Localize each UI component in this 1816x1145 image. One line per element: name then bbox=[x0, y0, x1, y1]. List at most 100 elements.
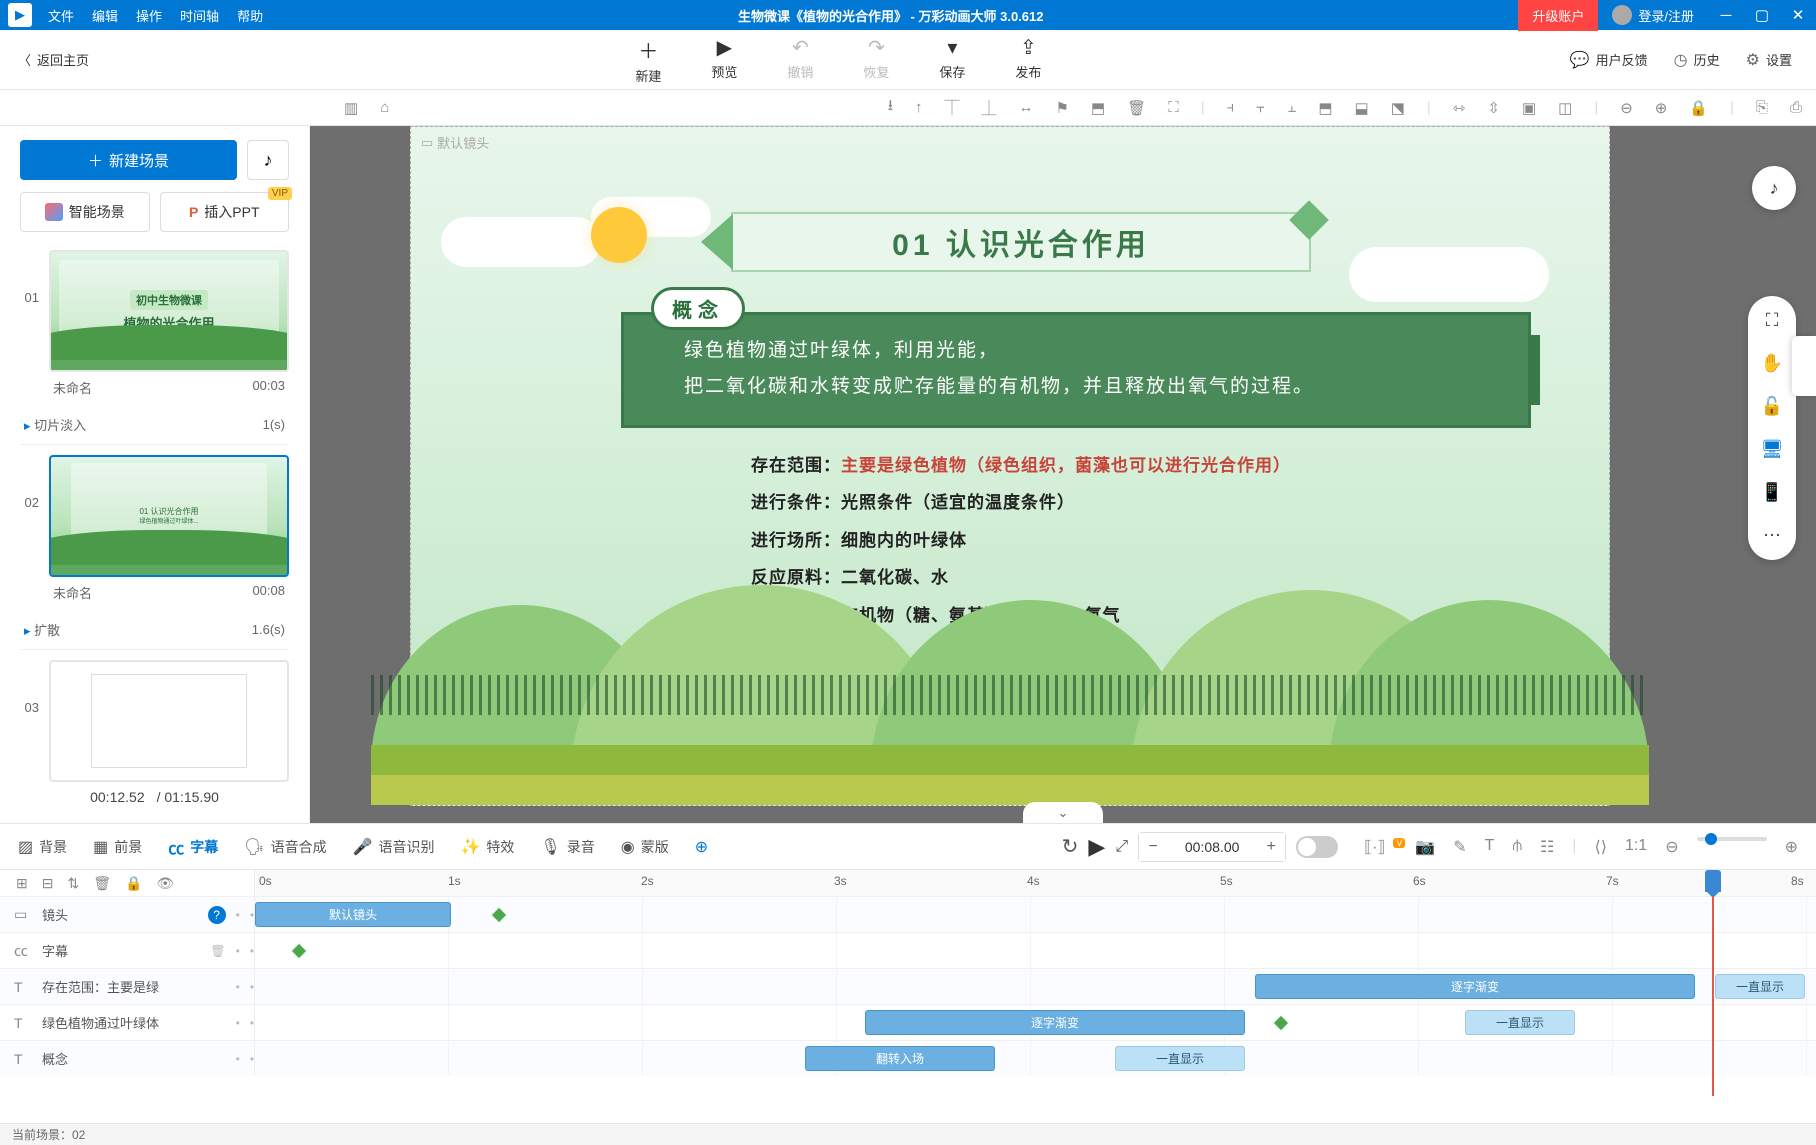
upgrade-button[interactable]: 升级账户 bbox=[1518, 0, 1598, 31]
tab-mask[interactable]: ◉蒙版 bbox=[621, 837, 669, 857]
clip-hold[interactable]: 一直显示 bbox=[1115, 1046, 1245, 1071]
crop-icon[interactable]: ⛶ bbox=[1168, 99, 1179, 116]
layers-icon[interactable]: ▥ bbox=[344, 99, 358, 117]
ai-scene-button[interactable]: 智能场景 bbox=[20, 192, 150, 232]
add-track-icon[interactable]: ⊞ bbox=[16, 875, 28, 892]
tab-more[interactable]: ⊕ bbox=[695, 837, 708, 857]
scene-transition[interactable]: ▸ 扩散1.6(s) bbox=[20, 616, 289, 650]
trash-icon[interactable]: 🗑 bbox=[93, 875, 111, 892]
rewind-icon[interactable]: ↻ bbox=[1062, 834, 1079, 859]
snap-toggle[interactable] bbox=[1296, 836, 1338, 858]
trash-icon[interactable]: 🗑 bbox=[1127, 99, 1146, 117]
dot-icon[interactable]: • bbox=[236, 1016, 240, 1030]
tab-subtitle[interactable]: ㏄字幕 bbox=[168, 835, 218, 859]
copy-icon[interactable]: ⎘ bbox=[1756, 99, 1768, 116]
zoom-out-tl-icon[interactable]: ⊖ bbox=[1665, 837, 1678, 857]
hand-icon[interactable]: ✋ bbox=[1761, 353, 1783, 374]
dot-icon[interactable]: • bbox=[236, 980, 240, 994]
sun-shape[interactable] bbox=[591, 207, 647, 263]
help-icon[interactable]: ? bbox=[208, 906, 226, 924]
desktop-icon[interactable]: 🖥 bbox=[1761, 439, 1784, 460]
tab-effects[interactable]: ✨特效 bbox=[461, 837, 515, 857]
scene-item[interactable]: 01 初中生物微课植物的光合作用 未命名00:03 bbox=[20, 250, 289, 403]
align-right-icon[interactable]: ⫠ bbox=[1287, 99, 1296, 116]
distribute-icon[interactable]: ↔ bbox=[1019, 99, 1034, 116]
time-minus[interactable]: − bbox=[1139, 833, 1167, 861]
layer-icon[interactable]: ☷ bbox=[1540, 837, 1554, 857]
publish-button[interactable]: ⇪发布 bbox=[1015, 35, 1041, 85]
menu-action[interactable]: 操作 bbox=[136, 6, 162, 25]
menu-edit[interactable]: 编辑 bbox=[92, 6, 118, 25]
dist-v-icon[interactable]: ⇳ bbox=[1487, 99, 1500, 117]
clip-fade-in[interactable]: 逐字渐变 bbox=[1255, 974, 1695, 999]
zoom-out-icon[interactable]: ⊖ bbox=[1620, 99, 1633, 117]
zoom-in-icon[interactable]: ⊕ bbox=[1655, 99, 1668, 117]
lock-icon[interactable]: 🔒 bbox=[125, 875, 142, 892]
save-button[interactable]: ▾保存 bbox=[939, 35, 965, 85]
expand-icon[interactable]: ⤢ bbox=[1115, 838, 1128, 856]
align-center-icon[interactable]: ⫟ bbox=[1256, 99, 1265, 116]
bracket-icon[interactable]: ⟨⟩ bbox=[1594, 837, 1606, 857]
zoom-in-tl-icon[interactable]: ⊕ bbox=[1785, 837, 1798, 857]
feedback-button[interactable]: 💬用户反馈 bbox=[1570, 50, 1648, 70]
eye-icon[interactable]: 👁 bbox=[156, 875, 174, 892]
align-vmid-icon[interactable]: ⬓ bbox=[1355, 99, 1369, 117]
undo-button[interactable]: ↶撤销 bbox=[787, 35, 813, 85]
menu-help[interactable]: 帮助 bbox=[237, 6, 263, 25]
edit-icon[interactable]: ✎ bbox=[1453, 837, 1466, 857]
group-icon[interactable]: ▣ bbox=[1522, 99, 1536, 117]
menu-file[interactable]: 文件 bbox=[48, 6, 74, 25]
canvas-area[interactable]: ▭默认镜头 01 认识光合作用 概念 绿色植物通过叶绿体，利用光能， 把二氧化碳… bbox=[310, 126, 1816, 823]
keyframe[interactable] bbox=[491, 907, 508, 924]
keyframe[interactable] bbox=[1273, 1015, 1290, 1032]
scene-transition[interactable]: ▸ 切片淡入1(s) bbox=[20, 411, 289, 445]
trash-icon[interactable]: 🗑 bbox=[210, 944, 225, 958]
lock-icon[interactable]: ⬒ bbox=[1091, 99, 1105, 117]
preview-button[interactable]: ▶预览 bbox=[711, 35, 737, 85]
time-input[interactable]: − + bbox=[1138, 832, 1286, 862]
align-left-icon[interactable]: ⫞ bbox=[1227, 99, 1235, 116]
clip-hold[interactable]: 一直显示 bbox=[1715, 974, 1805, 999]
clip-fade-in[interactable]: 逐字渐变 bbox=[865, 1010, 1245, 1035]
flag-icon[interactable]: ⚑ bbox=[1056, 99, 1069, 117]
ungroup-icon[interactable]: ◫ bbox=[1558, 99, 1572, 117]
slide-heading[interactable]: 01 认识光合作用 bbox=[731, 212, 1311, 272]
maximize-button[interactable]: ▢ bbox=[1744, 6, 1780, 24]
more-icon[interactable]: ⋯ bbox=[1763, 525, 1781, 546]
collapse-canvas-button[interactable]: ⌄ bbox=[1023, 802, 1103, 823]
scene-item[interactable]: 03 未命名00:06 bbox=[20, 660, 289, 785]
concept-box[interactable]: 概念 绿色植物通过叶绿体，利用光能， 把二氧化碳和水转变成贮存能量的有机物，并且… bbox=[621, 287, 1531, 428]
playhead[interactable] bbox=[1705, 870, 1721, 892]
canvas-music-button[interactable]: ♪ bbox=[1752, 166, 1796, 210]
lock-canvas-icon[interactable]: 🔒 bbox=[1689, 99, 1708, 117]
clip-hold[interactable]: 一直显示 bbox=[1465, 1010, 1575, 1035]
redo-button[interactable]: ↷恢复 bbox=[863, 35, 889, 85]
menu-timeline[interactable]: 时间轴 bbox=[180, 6, 219, 25]
home-icon[interactable]: ⌂ bbox=[380, 99, 389, 117]
scene-thumbnail[interactable]: 初中生物微课植物的光合作用 bbox=[49, 250, 289, 372]
ratio-icon[interactable]: 1:1 bbox=[1625, 837, 1647, 857]
time-plus[interactable]: + bbox=[1257, 833, 1285, 861]
tab-tts[interactable]: 🗣语音合成 bbox=[244, 837, 326, 857]
dot-icon[interactable]: • bbox=[236, 944, 240, 958]
scene-thumbnail[interactable] bbox=[49, 660, 289, 782]
time-field[interactable] bbox=[1167, 839, 1257, 855]
camera-clip[interactable]: 默认镜头 bbox=[255, 902, 451, 927]
minimize-button[interactable]: ─ bbox=[1708, 7, 1744, 24]
login-button[interactable]: 登录/注册 bbox=[1598, 5, 1708, 25]
align-top-icon[interactable]: ⏉ bbox=[944, 97, 959, 118]
camera-icon[interactable]: 📷 bbox=[1415, 837, 1435, 857]
scene-music-button[interactable]: ♪ bbox=[247, 140, 289, 180]
filter-icon[interactable]: ⫛ bbox=[1512, 837, 1522, 857]
download-icon[interactable]: ⭳ bbox=[888, 95, 893, 120]
tab-background[interactable]: ▨背景 bbox=[18, 837, 67, 857]
dot-icon[interactable]: • bbox=[236, 1052, 240, 1066]
marker-icon[interactable]: ⟦·⟧V bbox=[1364, 837, 1397, 857]
zoom-slider[interactable] bbox=[1697, 837, 1767, 841]
unlock-icon[interactable]: 🔓 bbox=[1761, 396, 1783, 417]
align-bottom-icon[interactable]: ⏊ bbox=[981, 97, 996, 118]
concept-text[interactable]: 绿色植物通过叶绿体，利用光能， 把二氧化碳和水转变成贮存能量的有机物，并且释放出… bbox=[621, 312, 1531, 428]
tab-record[interactable]: 🎙录音 bbox=[540, 837, 594, 857]
sort-icon[interactable]: ⇅ bbox=[67, 875, 79, 892]
scene-item[interactable]: 02 01 认识光合作用绿色植物通过叶绿体... 未命名00:08 bbox=[20, 455, 289, 608]
